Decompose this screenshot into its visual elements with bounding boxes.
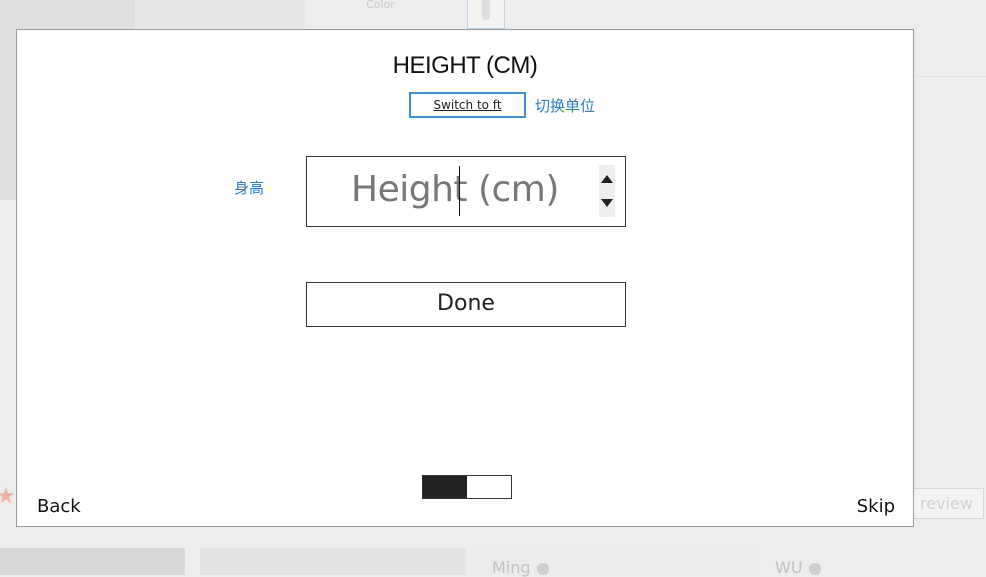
star-icon: ★ [0,484,16,509]
back-button[interactable]: Back [37,496,81,517]
text-caret [459,166,460,216]
reviewer-name: WU [775,558,821,577]
progress-fill [423,476,467,498]
height-input-placeholder: Height (cm) [351,169,559,210]
done-button[interactable]: Done [306,282,626,327]
height-modal: HEIGHT (CM) Switch to ft 切换单位 身高 Height … [16,29,914,527]
verified-icon [808,562,821,575]
triangle-up-icon[interactable] [601,175,613,183]
height-label: 身高 [234,179,265,197]
switch-unit-button[interactable]: Switch to ft [409,92,526,118]
modal-title: HEIGHT (CM) [392,52,538,79]
skip-button[interactable]: Skip [857,496,895,517]
switch-unit-note: 切换单位 [535,97,596,115]
review-photo [200,548,466,575]
color-swatch [467,0,505,29]
review-button: review [905,488,984,519]
triangle-down-icon[interactable] [601,199,613,207]
reviewer-name: Ming [492,558,549,577]
height-input[interactable]: Height (cm) [306,156,626,227]
verified-icon [536,562,549,575]
review-photo [0,548,185,575]
color-label: Color [366,0,395,11]
divider [915,76,986,77]
number-spinner[interactable] [599,165,615,217]
step-progress-bar [422,475,512,499]
